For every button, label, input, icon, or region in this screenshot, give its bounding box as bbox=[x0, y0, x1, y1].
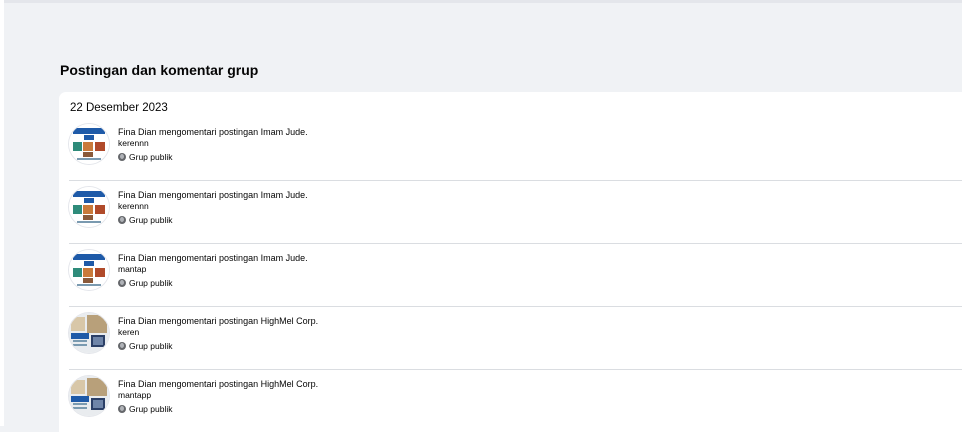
privacy-info: Grup publik bbox=[118, 403, 318, 415]
company-avatar-icon[interactable] bbox=[69, 376, 109, 416]
privacy-label: Grup publik bbox=[129, 404, 173, 414]
globe-icon bbox=[118, 279, 126, 287]
activity-action[interactable]: Fina Dian mengomentari postingan HighMel… bbox=[118, 378, 318, 390]
privacy-label: Grup publik bbox=[129, 152, 173, 162]
activity-item[interactable]: Fina Dian mengomentari postingan Imam Ju… bbox=[59, 244, 962, 307]
comment-text: kerennn bbox=[118, 201, 149, 211]
globe-icon bbox=[118, 405, 126, 413]
privacy-label: Grup publik bbox=[129, 278, 173, 288]
activity-item[interactable]: Fina Dian mengomentari postingan Imam Ju… bbox=[59, 118, 962, 181]
left-edge bbox=[0, 0, 4, 426]
comment-text: mantapp bbox=[118, 390, 152, 400]
privacy-info: Grup publik bbox=[118, 340, 318, 352]
activity-action[interactable]: Fina Dian mengomentari postingan Imam Ju… bbox=[118, 126, 308, 138]
comment-text: kerennn bbox=[118, 138, 149, 148]
date-header: 22 Desember 2023 bbox=[70, 102, 168, 114]
activity-card: 22 Desember 2023 Fina Dian mengomentari … bbox=[59, 92, 962, 432]
privacy-label: Grup publik bbox=[129, 215, 173, 225]
top-border bbox=[0, 0, 962, 3]
activity-text: Fina Dian mengomentari postingan Imam Ju… bbox=[118, 189, 308, 226]
globe-icon bbox=[118, 216, 126, 224]
comment-text: keren bbox=[118, 327, 140, 337]
activity-list: Fina Dian mengomentari postingan Imam Ju… bbox=[59, 118, 962, 432]
activity-item[interactable]: Fina Dian mengomentari postingan HighMel… bbox=[59, 307, 962, 370]
activity-text: Fina Dian mengomentari postingan Imam Ju… bbox=[118, 252, 308, 289]
privacy-info: Grup publik bbox=[118, 277, 308, 289]
privacy-info: Grup publik bbox=[118, 214, 308, 226]
activity-text: Fina Dian mengomentari postingan HighMel… bbox=[118, 378, 318, 415]
activity-action[interactable]: Fina Dian mengomentari postingan Imam Ju… bbox=[118, 252, 308, 264]
privacy-label: Grup publik bbox=[129, 341, 173, 351]
globe-icon bbox=[118, 153, 126, 161]
activity-text: Fina Dian mengomentari postingan HighMel… bbox=[118, 315, 318, 352]
globe-icon bbox=[118, 342, 126, 350]
privacy-info: Grup publik bbox=[118, 151, 308, 163]
group-poster-avatar-icon[interactable] bbox=[69, 187, 109, 227]
activity-text: Fina Dian mengomentari postingan Imam Ju… bbox=[118, 126, 308, 163]
company-avatar-icon[interactable] bbox=[69, 313, 109, 353]
comment-text: mantap bbox=[118, 264, 147, 274]
activity-item[interactable]: Fina Dian mengomentari postingan HighMel… bbox=[59, 370, 962, 432]
group-poster-avatar-icon[interactable] bbox=[69, 124, 109, 164]
activity-item[interactable]: Fina Dian mengomentari postingan Imam Ju… bbox=[59, 181, 962, 244]
activity-action[interactable]: Fina Dian mengomentari postingan Imam Ju… bbox=[118, 189, 308, 201]
section-title: Postingan dan komentar grup bbox=[60, 62, 259, 78]
activity-action[interactable]: Fina Dian mengomentari postingan HighMel… bbox=[118, 315, 318, 327]
group-poster-avatar-icon[interactable] bbox=[69, 250, 109, 290]
